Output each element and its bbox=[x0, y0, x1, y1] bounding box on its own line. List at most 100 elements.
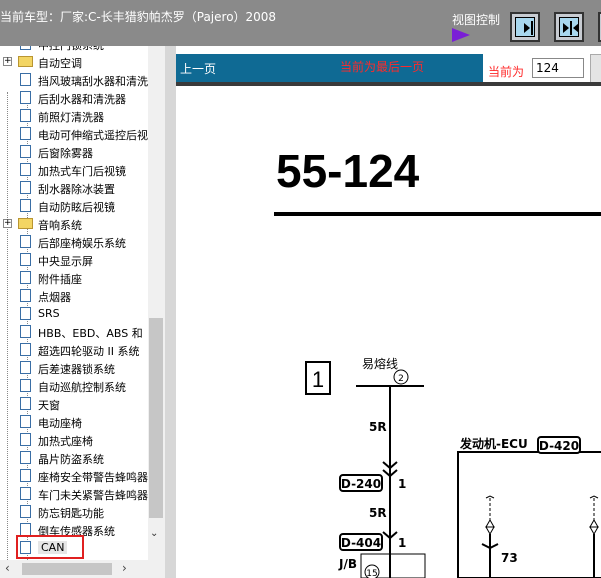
tree-item-label: 后部座椅娱乐系统 bbox=[38, 237, 126, 250]
document-icon bbox=[20, 469, 31, 482]
tree-item[interactable]: 加热式座椅 bbox=[0, 431, 165, 449]
tree-item[interactable]: 电动座椅 bbox=[0, 413, 165, 431]
tree-item[interactable]: 车门未关紧警告蜂鸣器 bbox=[0, 485, 165, 503]
last-page-message: 当前为最后一页 bbox=[340, 60, 425, 74]
ecu-pin-diode bbox=[485, 518, 495, 528]
tree-item-label: 晶片防盗系统 bbox=[38, 453, 104, 466]
tree-item[interactable]: 挡风玻璃刮水器和清洗 bbox=[0, 71, 165, 89]
tree-item[interactable]: 中控门锁系统 bbox=[0, 46, 165, 53]
tree-item[interactable]: 后刮水器和清洗器 bbox=[0, 89, 165, 107]
tree-item[interactable]: 点烟器 bbox=[0, 287, 165, 305]
scroll-down-arrow-icon[interactable]: ⌄ bbox=[150, 528, 158, 539]
folder-icon bbox=[18, 218, 33, 229]
document-icon bbox=[20, 163, 31, 176]
page-navigation: 上一页 当前为最后一页 当前为 bbox=[176, 46, 601, 84]
scroll-left-arrow-icon[interactable]: ‹ bbox=[5, 561, 10, 575]
document-icon bbox=[20, 307, 31, 320]
document-icon bbox=[20, 343, 31, 356]
expand-plus-icon[interactable]: + bbox=[3, 57, 12, 66]
collapse-panel-icon bbox=[515, 17, 535, 37]
junction-number: 15 bbox=[366, 569, 377, 578]
connector-2-label: D-404 bbox=[341, 536, 381, 550]
fuse-number: 2 bbox=[398, 374, 404, 384]
prev-page-link[interactable]: 上一页 bbox=[180, 60, 216, 77]
tree-item-label: 中控门锁系统 bbox=[38, 46, 104, 53]
tree-item[interactable]: 中央显示屏 bbox=[0, 251, 165, 269]
tree-item[interactable]: 刮水器除冰装置 bbox=[0, 179, 165, 197]
tree-item-label: 挡风玻璃刮水器和清洗 bbox=[38, 75, 148, 88]
wiring-diagram: 55-124 1 易熔线 2 5R D-240 1 5R D-404 1 J/B… bbox=[176, 86, 601, 578]
junction-block-label: J/B bbox=[338, 557, 357, 571]
split-view-button[interactable] bbox=[554, 12, 584, 42]
document-icon bbox=[20, 271, 31, 284]
view-control-label: 视图控制 bbox=[452, 13, 501, 27]
ecu-pin-diode bbox=[485, 526, 495, 536]
document-icon bbox=[20, 73, 31, 86]
expand-plus-icon[interactable]: + bbox=[3, 219, 12, 228]
document-icon bbox=[20, 397, 31, 410]
document-icon bbox=[20, 433, 31, 446]
document-icon bbox=[20, 235, 31, 248]
document-icon bbox=[20, 109, 31, 122]
document-icon bbox=[20, 325, 31, 338]
tree-item[interactable]: 前照灯清洗器 bbox=[0, 107, 165, 125]
nav-band bbox=[176, 54, 483, 82]
tree-item[interactable]: 自动防眩后视镜 bbox=[0, 197, 165, 215]
tree-item[interactable]: 超选四轮驱动 II 系统 bbox=[0, 341, 165, 359]
circuit-svg: 1 易熔线 2 5R D-240 1 5R D-404 1 J/B 15 发动机… bbox=[305, 356, 601, 578]
horizontal-scroll-thumb[interactable] bbox=[22, 563, 112, 575]
tree-item[interactable]: 加热式车门后视镜 bbox=[0, 161, 165, 179]
tree-horizontal-scrollbar[interactable]: ‹ › bbox=[0, 560, 165, 578]
system-tree: 中控门锁系统 + 自动空调挡风玻璃刮水器和清洗后刮水器和清洗器前照灯清洗器电动可伸缩… bbox=[0, 46, 165, 560]
tree-item[interactable]: 后窗除雾器 bbox=[0, 143, 165, 161]
tree-item[interactable]: 电动可伸缩式遥控后视 bbox=[0, 125, 165, 143]
document-icon bbox=[20, 145, 31, 158]
tree-item-label: 音响系统 bbox=[38, 219, 82, 232]
tree-item-label: 点烟器 bbox=[38, 291, 71, 304]
document-icon bbox=[20, 415, 31, 428]
ecu-pin-diode bbox=[589, 518, 599, 528]
connector-1-pin: 1 bbox=[398, 477, 406, 491]
goto-page-button[interactable] bbox=[590, 54, 601, 84]
tree-item[interactable]: 自动巡航控制系统 bbox=[0, 377, 165, 395]
tree-item[interactable]: 天窗 bbox=[0, 395, 165, 413]
tree-item-label: 后差速器锁系统 bbox=[38, 363, 115, 376]
tree-item[interactable]: 后部座椅娱乐系统 bbox=[0, 233, 165, 251]
tree-item-label: 前照灯清洗器 bbox=[38, 111, 104, 124]
tree-item-label: 自动防眩后视镜 bbox=[38, 201, 115, 214]
tree-item[interactable]: 后差速器锁系统 bbox=[0, 359, 165, 377]
vertical-scroll-thumb[interactable] bbox=[149, 318, 163, 518]
tree-item[interactable]: 座椅安全带警告蜂鸣器 bbox=[0, 467, 165, 485]
document-icon bbox=[20, 91, 31, 104]
tree-item[interactable]: SRS bbox=[0, 305, 165, 323]
vehicle-title: 当前车型：厂家:C-长丰猎豹帕杰罗（Pajero）2008 bbox=[0, 10, 277, 24]
scroll-right-arrow-icon[interactable]: › bbox=[122, 561, 127, 575]
collapse-panel-button[interactable] bbox=[510, 12, 540, 42]
view-control-arrow-icon[interactable] bbox=[452, 28, 470, 42]
document-icon bbox=[20, 361, 31, 374]
panel-splitter[interactable] bbox=[165, 46, 176, 578]
tree-item[interactable]: 防忘钥匙功能 bbox=[0, 503, 165, 521]
tree-item-label: 电动可伸缩式遥控后视 bbox=[38, 129, 148, 142]
tree-folder[interactable]: + 自动空调 bbox=[0, 53, 165, 71]
page-number-input[interactable] bbox=[532, 58, 584, 78]
tree-item-label: 刮水器除冰装置 bbox=[38, 183, 115, 196]
tree-item-label: 后刮水器和清洗器 bbox=[38, 93, 126, 106]
document-icon bbox=[20, 127, 31, 140]
tree-item[interactable]: HBB、EBD、ABS 和 bbox=[0, 323, 165, 341]
tree-folder[interactable]: + 音响系统 bbox=[0, 215, 165, 233]
tree-vertical-scrollbar[interactable]: ⌄ bbox=[148, 46, 165, 560]
document-icon bbox=[20, 199, 31, 212]
tree-item-label: 后窗除雾器 bbox=[38, 147, 93, 160]
tree-item-label: SRS bbox=[38, 307, 60, 320]
tree-item[interactable]: 附件插座 bbox=[0, 269, 165, 287]
document-icon bbox=[20, 181, 31, 194]
tree-item[interactable]: 晶片防盗系统 bbox=[0, 449, 165, 467]
document-icon bbox=[20, 451, 31, 464]
ecu-pin-mark bbox=[485, 495, 495, 499]
ecu-box bbox=[457, 451, 601, 578]
tree-item-label: 车门未关紧警告蜂鸣器 bbox=[38, 489, 148, 502]
tree-item-label: 加热式车门后视镜 bbox=[38, 165, 126, 178]
tree-item-label: 自动巡航控制系统 bbox=[38, 381, 126, 394]
document-icon bbox=[20, 289, 31, 302]
